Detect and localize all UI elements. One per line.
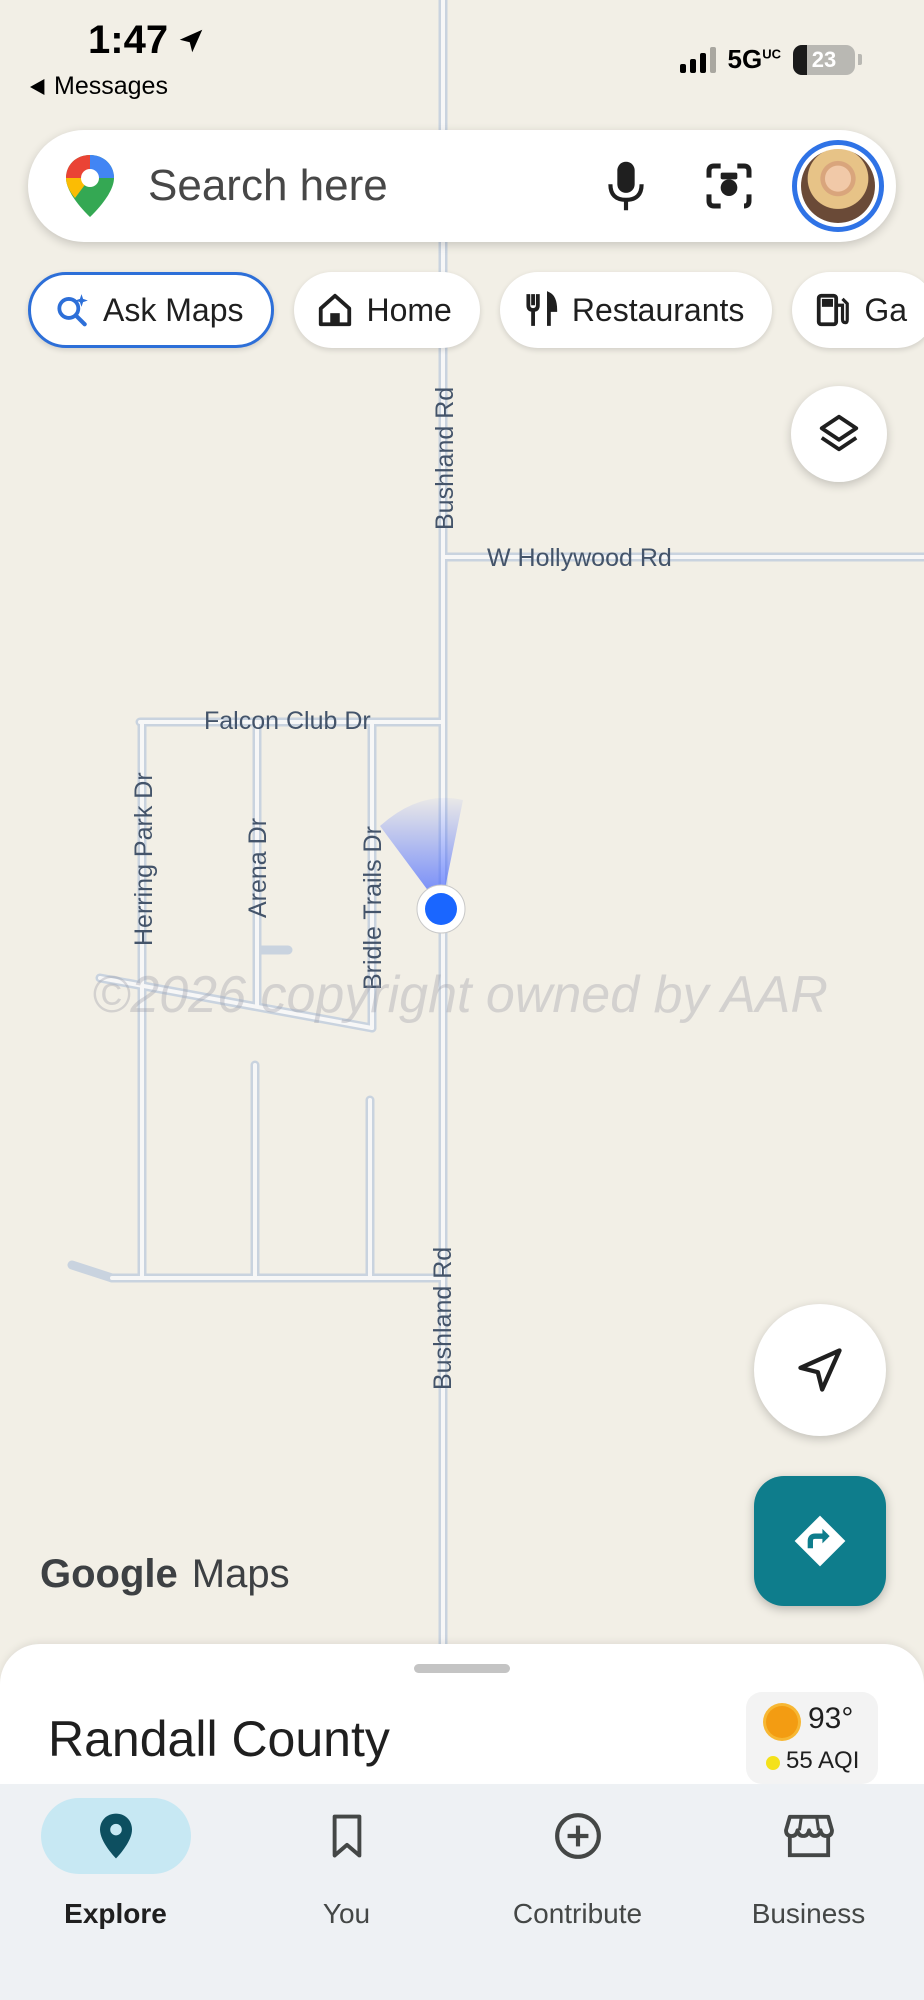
profile-photo: [801, 149, 875, 223]
nav-label: Contribute: [512, 1898, 643, 1929]
place-title: Randall County: [48, 1711, 390, 1767]
bottom-sheet[interactable]: Randall County 93° 55 AQI: [0, 1644, 924, 1784]
battery-icon: 23: [793, 44, 855, 75]
category-chips: Ask Maps Home Restaurants Ga: [28, 272, 924, 348]
road-label-bushland-bottom: Bushland Rd: [429, 1247, 457, 1390]
status-bar: 1:47 Messages 5GUC 23: [0, 0, 924, 110]
my-location-button[interactable]: [754, 1304, 886, 1436]
clock: 1:47: [88, 18, 169, 62]
account-avatar[interactable]: [792, 140, 884, 232]
chip-label: Home: [366, 291, 452, 328]
status-indicators: 5GUC 23: [679, 44, 862, 75]
google-maps-logo: Google Maps: [40, 1552, 290, 1597]
layers-icon: [819, 414, 859, 452]
status-time: 1:47: [88, 18, 206, 63]
cellular-signal-icon: [679, 46, 716, 73]
nav-you[interactable]: You: [231, 1784, 462, 2000]
chip-home[interactable]: Home: [294, 272, 480, 348]
microphone-icon[interactable]: [604, 160, 648, 212]
chip-label: Ga: [864, 291, 908, 328]
back-triangle-icon: [30, 78, 45, 95]
road-label-herring-park: Herring Park Dr: [130, 772, 158, 946]
air-quality-index: 55 AQI: [786, 1747, 860, 1774]
back-label: Messages: [54, 72, 168, 100]
battery-fill: [793, 44, 808, 75]
nav-contribute[interactable]: Contribute: [462, 1784, 693, 2000]
directions-button[interactable]: [754, 1476, 886, 1606]
network-type: 5GUC: [727, 44, 781, 74]
road-label-w-hollywood: W Hollywood Rd: [487, 544, 672, 572]
explore-pin-icon: [99, 1813, 132, 1859]
home-icon: [319, 293, 352, 327]
nav-label: Explore: [64, 1898, 167, 1929]
nav-label: You: [322, 1898, 371, 1929]
road-label-arena: Arena Dr: [244, 818, 272, 918]
weather-widget[interactable]: 93° 55 AQI: [746, 1692, 878, 1784]
copyright-watermark: ©2026 copyright owned by AAR: [92, 966, 828, 1024]
chip-ask-maps[interactable]: Ask Maps: [28, 272, 275, 348]
search-bar[interactable]: Search here: [28, 130, 896, 242]
chip-label: Restaurants: [571, 291, 745, 328]
chip-restaurants[interactable]: Restaurants: [499, 272, 773, 348]
sheet-drag-handle[interactable]: [414, 1664, 510, 1673]
gas-station-icon: [817, 293, 850, 327]
directions-icon: [794, 1515, 846, 1567]
google-maps-pin-icon: [66, 155, 114, 217]
nav-explore[interactable]: Explore: [0, 1784, 231, 2000]
navigation-arrow-icon: [798, 1348, 842, 1392]
nav-business[interactable]: Business: [693, 1784, 924, 2000]
ask-maps-icon: [57, 294, 88, 327]
add-circle-icon: [554, 1813, 601, 1859]
nav-label: Business: [751, 1898, 866, 1929]
network-suffix: UC: [762, 46, 781, 62]
road-label-bushland-top: Bushland Rd: [431, 387, 459, 530]
logo-google: Google: [40, 1552, 178, 1596]
google-lens-icon[interactable]: [704, 161, 754, 211]
road-label-falcon-club: Falcon Club Dr: [204, 707, 371, 735]
back-to-messages[interactable]: Messages: [30, 72, 168, 101]
logo-maps: Maps: [191, 1552, 290, 1596]
search-input[interactable]: Search here: [148, 161, 604, 211]
location-arrow-icon: [179, 29, 203, 52]
chip-gas[interactable]: Ga: [792, 272, 924, 348]
chip-label: Ask Maps: [103, 291, 244, 328]
temperature: 93°: [808, 1702, 854, 1735]
map-layers-button[interactable]: [791, 386, 887, 482]
battery-level: 23: [811, 46, 837, 72]
storefront-icon: [783, 1814, 834, 1858]
aqi-indicator-icon: [766, 1756, 780, 1770]
map-canvas[interactable]: Bushland Rd W Hollywood Rd Falcon Club D…: [0, 0, 924, 1700]
sun-icon: [766, 1706, 798, 1738]
restaurant-icon: [526, 291, 557, 326]
bottom-navigation: Explore You Contribute Business: [0, 1784, 924, 2000]
bookmark-icon: [332, 1814, 361, 1858]
